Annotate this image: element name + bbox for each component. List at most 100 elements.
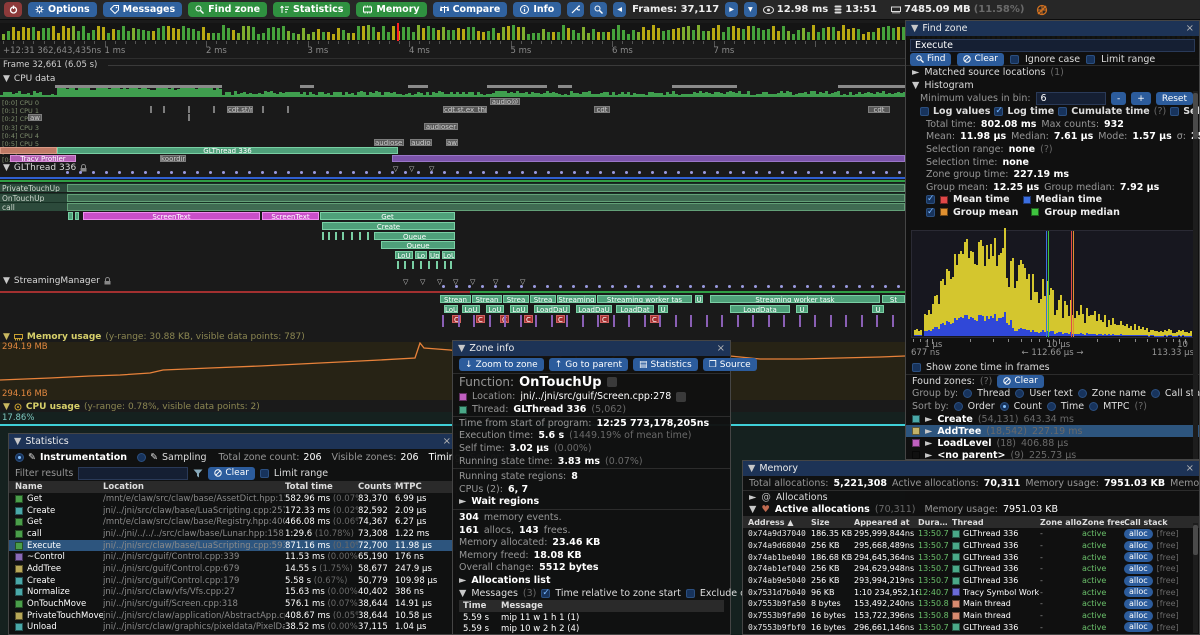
message-dot[interactable] xyxy=(105,171,108,174)
message-dot[interactable] xyxy=(313,171,316,174)
message-dot[interactable] xyxy=(859,171,862,174)
zone[interactable]: Streaming worker task xyxy=(710,295,880,303)
message-dot[interactable] xyxy=(339,171,342,174)
cpu-zone[interactable] xyxy=(287,106,289,114)
bin-decrease-button[interactable]: - xyxy=(1111,92,1127,105)
zone[interactable]: C xyxy=(476,315,485,323)
copy-icon[interactable] xyxy=(606,377,617,387)
message-dot[interactable] xyxy=(118,171,121,174)
zone[interactable]: LoU xyxy=(510,305,528,313)
log-values-checkbox[interactable] xyxy=(920,107,929,116)
message-dot[interactable] xyxy=(300,171,303,174)
zone[interactable]: C xyxy=(452,315,461,323)
zone[interactable] xyxy=(397,260,399,269)
message-dot[interactable] xyxy=(534,171,537,174)
filter-clear-button[interactable]: Clear xyxy=(208,466,255,480)
zoom-to-zone-button[interactable]: ↓ Zoom to zone xyxy=(459,358,544,371)
matched-source-locations[interactable]: ► Matched source locations (1) xyxy=(906,66,1199,79)
message-dot[interactable] xyxy=(611,285,614,288)
zone[interactable]: U xyxy=(872,305,884,313)
message-dot[interactable] xyxy=(365,171,368,174)
statistics-table-header[interactable]: Name Location Total time Counts ▼ MTPC xyxy=(9,481,456,493)
zone[interactable]: LoUp xyxy=(442,250,455,259)
message-dot[interactable] xyxy=(209,171,212,174)
collapse-icon[interactable]: ▼ xyxy=(3,402,10,412)
cpu-data-header[interactable]: ▼ CPU data xyxy=(3,74,55,84)
zone[interactable] xyxy=(322,231,324,240)
close-icon[interactable]: × xyxy=(717,343,725,354)
message-dot[interactable] xyxy=(885,171,888,174)
messages-table-header[interactable]: Time Message xyxy=(459,599,724,612)
info-button[interactable]: Info xyxy=(513,2,562,17)
message-dot[interactable] xyxy=(637,285,640,288)
zone[interactable]: Strea xyxy=(503,295,529,303)
zone[interactable]: LoadDaU xyxy=(576,305,612,313)
clear-button[interactable]: Clear xyxy=(957,52,1004,66)
filter-input[interactable] xyxy=(78,466,189,480)
collapse-icon[interactable]: ► xyxy=(925,414,932,425)
message-dot[interactable] xyxy=(664,171,667,174)
message-dot[interactable] xyxy=(196,171,199,174)
zone[interactable]: U xyxy=(695,295,703,303)
frame-marker-icon[interactable]: ▽ xyxy=(420,278,425,286)
frame-marker-icon[interactable]: ▽ xyxy=(403,278,408,286)
zone[interactable]: Strean xyxy=(472,295,502,303)
memory-table-row[interactable]: 0x7531d7b040 96 KB 1:10 234,952,16112:40.7… xyxy=(743,586,1199,598)
find-zone-histogram[interactable] xyxy=(911,227,1194,338)
memory-table-row[interactable]: 0x74ab1ef040 256 KB 294,629,948ns 13:50.7 GL… xyxy=(743,563,1199,575)
collapse-icon[interactable]: ▼ xyxy=(458,343,465,354)
find-button[interactable]: Find xyxy=(910,52,952,66)
bin-increase-button[interactable]: + xyxy=(1131,92,1151,105)
crosshair-off-icon[interactable] xyxy=(1036,4,1048,16)
prev-frame-button[interactable]: ◂ xyxy=(613,2,627,17)
zone[interactable] xyxy=(428,260,430,269)
message-dot[interactable] xyxy=(442,285,445,288)
message-dot[interactable] xyxy=(573,171,576,174)
find-zone-titlebar[interactable]: ▼ Find zone × xyxy=(906,21,1199,36)
goto-frame-button[interactable] xyxy=(590,2,608,17)
message-dot[interactable] xyxy=(585,285,588,288)
message-dot[interactable] xyxy=(92,171,95,174)
message-dot[interactable] xyxy=(781,171,784,174)
open-zone[interactable]: OnTouchUp xyxy=(0,192,905,202)
zone[interactable]: Create xyxy=(322,221,455,230)
message-dot[interactable] xyxy=(546,285,549,288)
message-dot[interactable] xyxy=(871,285,874,288)
memory-table-row[interactable]: 0x7553b9fa90 16 bytes 153,722,396ns 13:50.8… xyxy=(743,610,1199,622)
message-dot[interactable] xyxy=(819,285,822,288)
message-dot[interactable] xyxy=(79,171,82,174)
stats-table-row[interactable]: Get/mnt/e/claw/src/claw/base/Registry.hp… xyxy=(9,516,456,528)
message-dot[interactable] xyxy=(495,171,498,174)
collapse-icon[interactable]: ► xyxy=(912,67,919,78)
message-dot[interactable] xyxy=(508,171,511,174)
stats-table-row[interactable]: OnTouchMove jni/../jni/src/guif/Screen.cp… xyxy=(9,598,456,610)
message-dot[interactable] xyxy=(599,171,602,174)
message-dot[interactable] xyxy=(559,285,562,288)
zone[interactable]: C xyxy=(600,315,609,323)
message-dot[interactable] xyxy=(183,171,186,174)
collapse-icon[interactable]: ▼ xyxy=(3,332,10,342)
cpu-zone[interactable] xyxy=(262,106,264,114)
cpu-zone[interactable]: aw xyxy=(28,114,42,122)
cpu-zone[interactable]: cdt.st.ex_thread xyxy=(443,106,487,114)
cpu-plot-header[interactable]: ▼ CPU usage (y-range: 0.78%, visible dat… xyxy=(3,402,260,412)
memory-table-row[interactable]: 0x74a9d37040 186.35 KB 295,999,844ns 13:50.… xyxy=(743,528,1199,540)
find-zone-button[interactable]: Find zone xyxy=(188,2,268,17)
close-icon[interactable]: × xyxy=(1186,463,1194,474)
zone[interactable] xyxy=(68,212,73,221)
message-dot[interactable] xyxy=(417,171,420,174)
message-row[interactable]: 5.59 s mip 10 w 2 h 2 (4) xyxy=(459,623,724,635)
message-dot[interactable] xyxy=(598,285,601,288)
message-dot[interactable] xyxy=(131,171,134,174)
message-dot[interactable] xyxy=(625,171,628,174)
message-dot[interactable] xyxy=(481,285,484,288)
message-dot[interactable] xyxy=(767,285,770,288)
min-bin-input[interactable]: 6 xyxy=(1035,92,1107,105)
zone[interactable] xyxy=(359,231,361,240)
message-dot[interactable] xyxy=(715,285,718,288)
sort-by-count-radio[interactable] xyxy=(999,402,1009,411)
message-dot[interactable] xyxy=(872,171,875,174)
message-dot[interactable] xyxy=(703,171,706,174)
message-dot[interactable] xyxy=(612,171,615,174)
open-zone[interactable]: PrivateTouchUp xyxy=(0,183,905,192)
